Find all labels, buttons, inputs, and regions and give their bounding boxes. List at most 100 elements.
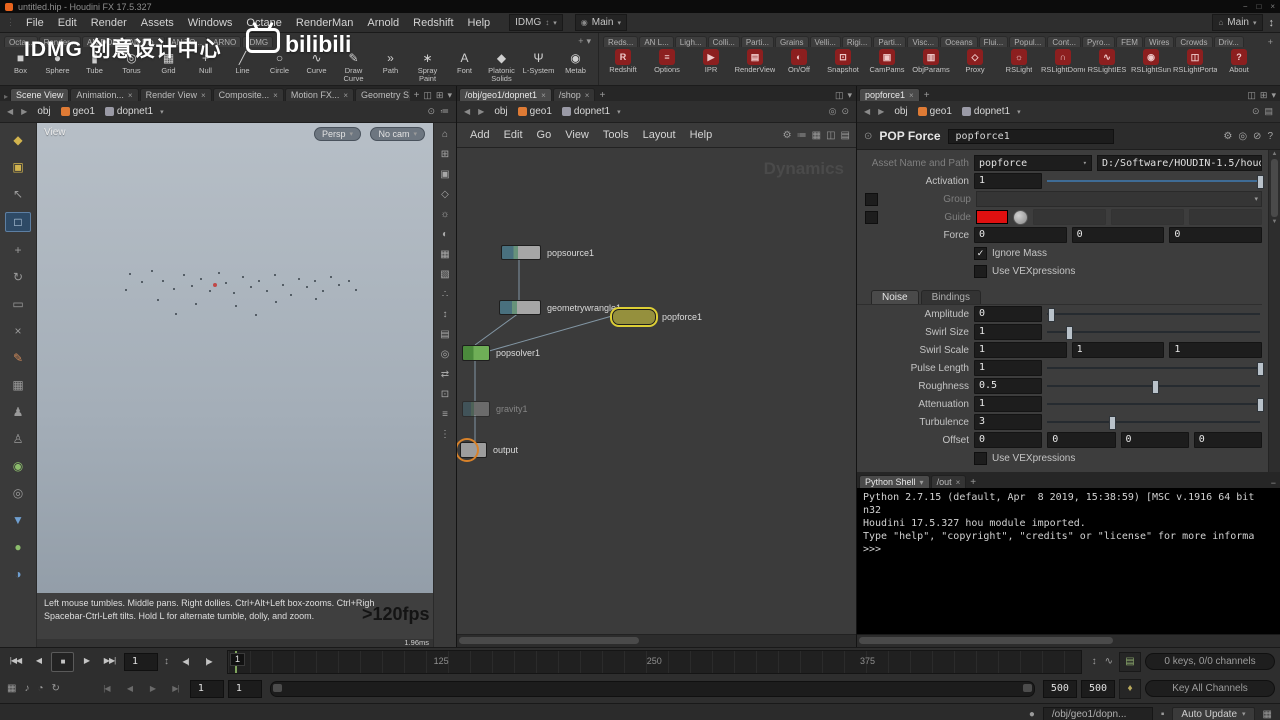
l-system-tool[interactable]: Ψ L-System xyxy=(520,49,557,75)
rs-lightsun-tool[interactable]: ◉ RSLightSun xyxy=(1129,49,1173,74)
forward-icon[interactable]: ▶ xyxy=(475,107,487,116)
display-options-icon[interactable]: ≡ xyxy=(437,408,453,421)
pane-tab[interactable]: Render View × xyxy=(139,88,212,101)
pane-split-icon[interactable]: ◫ xyxy=(835,90,844,101)
asset-path-dropdown[interactable]: D:/Software/HOUDIN-1.5/houdi...▾ xyxy=(1097,155,1262,171)
shelf-tab[interactable]: Cont... xyxy=(1047,36,1081,47)
shelf-tab[interactable]: ARNO xyxy=(208,36,242,47)
next-frame-button[interactable]: |▶ xyxy=(198,653,219,671)
pane-split-icon[interactable]: ◫ xyxy=(423,90,432,101)
frame-view-icon[interactable]: ⊞ xyxy=(437,148,453,161)
pane-handle-icon[interactable]: ▸ xyxy=(2,92,10,101)
shelf-tab[interactable]: AN DOP xyxy=(82,36,123,47)
ignore-mass-checkbox[interactable]: ✓ xyxy=(974,246,987,260)
offset-x-input[interactable]: 0 xyxy=(974,432,1043,448)
realtime-icon[interactable]: ◔ xyxy=(35,683,45,694)
playbar-options-icon[interactable]: ▦ xyxy=(5,683,18,694)
key-all-channels-button[interactable]: Key All Channels xyxy=(1145,680,1275,697)
close-icon[interactable]: × xyxy=(343,91,348,100)
range-end-button[interactable]: ▶| xyxy=(165,680,186,698)
path-segment[interactable]: geo1 xyxy=(913,105,957,118)
node-output[interactable]: output xyxy=(457,438,518,462)
node-popsolver1[interactable]: popsolver1 xyxy=(462,345,540,361)
shelf-tab[interactable]: Oceans xyxy=(940,36,978,47)
spray-paint-tool[interactable]: ∗ Spray Paint xyxy=(409,49,446,83)
circle-tool[interactable]: ○ Circle xyxy=(261,49,298,75)
menu-item[interactable]: Edit xyxy=(51,16,84,30)
maximize-button[interactable]: □ xyxy=(1256,2,1261,11)
pane-tab[interactable]: /shop × xyxy=(552,88,596,101)
translate-tool-icon[interactable]: + xyxy=(6,241,30,259)
path-segment[interactable]: dopnet1 xyxy=(557,105,615,118)
play-reverse-button[interactable]: ◀ xyxy=(28,652,49,670)
network-menu-item[interactable]: Edit xyxy=(497,128,530,142)
turbulence-slider[interactable] xyxy=(1047,415,1262,430)
pin-icon[interactable]: ⊙ xyxy=(427,106,435,117)
sphere-tool[interactable]: ● Sphere xyxy=(39,49,76,75)
offset-w-input[interactable]: 0 xyxy=(1193,432,1262,448)
update-mode-button[interactable]: Auto Update ▾ xyxy=(1172,706,1255,720)
force-z-input[interactable]: 0 xyxy=(1169,227,1263,243)
node-name-field[interactable]: popforce1 xyxy=(947,128,1114,144)
select-tool-icon[interactable]: ↖ xyxy=(6,185,30,203)
pane-menu-icon[interactable]: ▾ xyxy=(847,90,852,101)
perspective-icon[interactable]: ◇ xyxy=(437,188,453,201)
network-menu-item[interactable]: Layout xyxy=(636,128,683,142)
menu-item[interactable]: RenderMan xyxy=(289,16,360,30)
close-icon[interactable]: × xyxy=(273,91,278,100)
close-icon[interactable]: ▾ xyxy=(920,478,924,487)
network-menu-item[interactable]: Add xyxy=(463,128,497,142)
pose-tool-icon[interactable]: ♙ xyxy=(6,430,30,448)
rs-options-tool[interactable]: ≡ Options xyxy=(645,49,689,74)
rs-lightportal-tool[interactable]: ◫ RSLightPortal xyxy=(1173,49,1217,74)
force-x-input[interactable]: 0 xyxy=(974,227,1067,243)
character-tool-icon[interactable]: ♟ xyxy=(6,403,30,421)
rs-lightdome-tool[interactable]: ∩ RSLightDome xyxy=(1041,49,1085,74)
new-tab-button[interactable]: + xyxy=(410,90,424,101)
font-tool[interactable]: A Font xyxy=(446,49,483,75)
rs-about-tool[interactable]: ? About xyxy=(1217,49,1261,74)
attenuation-slider[interactable] xyxy=(1047,397,1264,412)
swirl-size-slider[interactable] xyxy=(1047,325,1262,340)
shelf-tab[interactable]: IDMG xyxy=(242,36,274,47)
light-icon[interactable]: ☼ xyxy=(437,208,453,221)
menu-item[interactable]: Assets xyxy=(134,16,181,30)
path-segment[interactable]: geo1 xyxy=(56,105,100,118)
pane-tab[interactable]: Geometry S...× xyxy=(355,88,410,101)
pane-tab[interactable]: Animation... × xyxy=(70,88,139,101)
loop-icon[interactable]: ↻ xyxy=(50,683,62,694)
gear-icon[interactable]: ⚙ xyxy=(1223,131,1232,142)
chevron-down-icon[interactable]: ▾ xyxy=(586,36,591,47)
ocean-state-icon[interactable]: ◑ xyxy=(6,565,30,583)
shelf-tab[interactable]: Colli... xyxy=(707,36,740,47)
offset-z-input[interactable]: 0 xyxy=(1120,432,1189,448)
grid-tool[interactable]: ▦ Grid xyxy=(150,49,187,75)
shelf-tab[interactable]: Velli... xyxy=(809,36,841,47)
help-icon[interactable]: ? xyxy=(1267,131,1273,142)
line-tool[interactable]: ╱ Line xyxy=(224,49,261,75)
snapshot-icon[interactable]: ⊡ xyxy=(437,388,453,401)
roughness-slider[interactable] xyxy=(1047,379,1262,394)
range-start-handle[interactable] xyxy=(272,683,282,692)
pane-tab[interactable]: popforce1 × xyxy=(859,88,920,101)
shelf-add-icon[interactable]: + xyxy=(1268,37,1273,47)
swirl-scale-z-input[interactable]: 1 xyxy=(1169,342,1263,358)
grid-icon[interactable]: ▦ xyxy=(1261,709,1274,720)
path-segment[interactable]: geo1 xyxy=(513,105,557,118)
shelf-tab[interactable]: Render... xyxy=(38,36,82,47)
rs-renderview-tool[interactable]: ▤ RenderView xyxy=(733,49,777,74)
pane-menu-icon[interactable]: ▾ xyxy=(447,90,452,101)
rows-icon[interactable]: ▤ xyxy=(841,130,850,141)
desktop-right-selector[interactable]: ⌂ Main ▾ xyxy=(1212,14,1263,31)
roughness-input[interactable]: 0.5 xyxy=(974,378,1042,394)
shelf-tab[interactable]: Pyro... xyxy=(1081,36,1116,47)
network-menu-item[interactable]: Help xyxy=(683,128,720,142)
node-popforce1[interactable]: popforce1 xyxy=(612,309,702,325)
pane-grid-icon[interactable]: ⊞ xyxy=(436,90,444,101)
param-subtab[interactable]: Bindings xyxy=(920,290,981,304)
activation-slider[interactable] xyxy=(1047,174,1264,189)
camera-view-icon[interactable]: ▣ xyxy=(437,168,453,181)
amplitude-slider[interactable] xyxy=(1047,307,1262,322)
guide-color-knob[interactable] xyxy=(1013,209,1028,225)
current-frame-field[interactable]: 1 xyxy=(124,652,158,671)
